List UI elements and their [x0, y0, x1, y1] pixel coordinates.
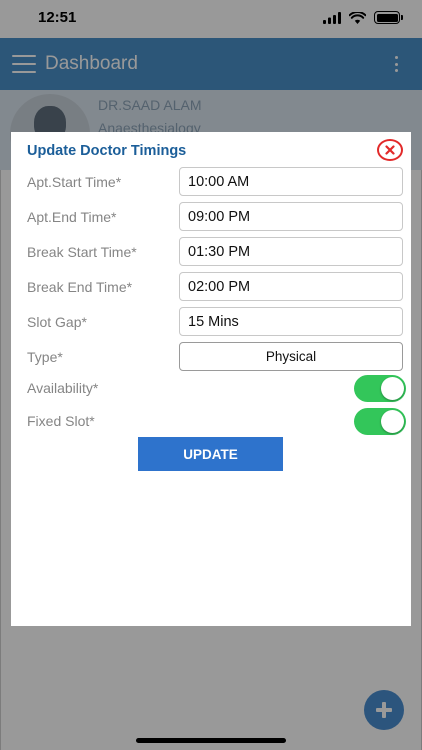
apt-end-time-label: Apt.End Time* — [27, 209, 117, 225]
fixed-slot-toggle[interactable] — [354, 408, 406, 435]
apt-start-time-label: Apt.Start Time* — [27, 174, 122, 190]
toggle-knob — [381, 410, 404, 433]
break-start-time-input[interactable] — [179, 237, 403, 266]
availability-label: Availability* — [27, 380, 99, 396]
fixed-slot-label: Fixed Slot* — [27, 413, 95, 429]
type-select-value: Physical — [265, 349, 317, 364]
apt-end-time-input[interactable] — [179, 202, 403, 231]
type-select[interactable]: Physical — [179, 342, 403, 371]
break-start-time-label: Break Start Time* — [27, 244, 137, 260]
break-end-time-label: Break End Time* — [27, 279, 133, 295]
slot-gap-input[interactable] — [179, 307, 403, 336]
availability-toggle[interactable] — [354, 375, 406, 402]
apt-start-time-input[interactable] — [179, 167, 403, 196]
close-icon — [385, 145, 395, 155]
update-button[interactable]: UPDATE — [138, 437, 283, 471]
type-label: Type* — [27, 349, 63, 365]
break-end-time-input[interactable] — [179, 272, 403, 301]
toggle-knob — [381, 377, 404, 400]
dialog-title: Update Doctor Timings — [27, 143, 187, 159]
update-timings-dialog: Update Doctor Timings Apt.Start Time* Ap… — [11, 132, 411, 626]
close-button[interactable] — [377, 139, 403, 161]
slot-gap-label: Slot Gap* — [27, 314, 87, 330]
